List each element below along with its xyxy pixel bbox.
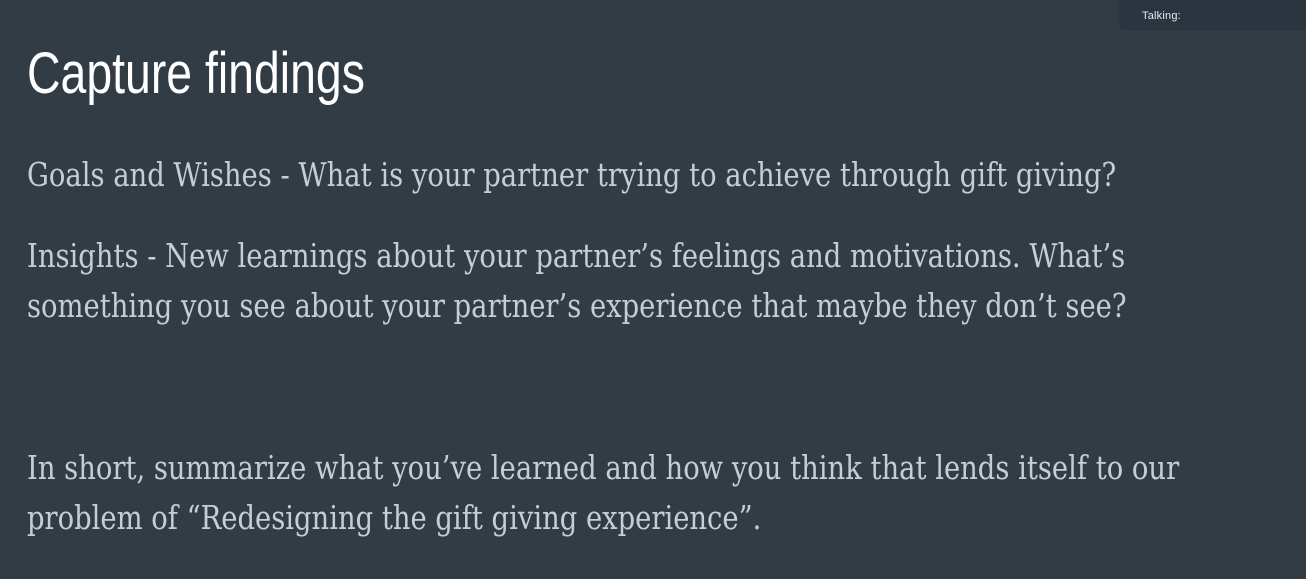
paragraph-line: problem of “Redesigning the gift giving … — [27, 498, 762, 537]
slide-title: Capture findings — [27, 41, 365, 106]
talking-indicator: Talking: — [1120, 0, 1306, 28]
insights-paragraph: Insights - New learnings about your part… — [27, 231, 1127, 331]
paragraph-line: Goals and Wishes - What is your partner … — [27, 155, 1117, 194]
paragraph-line: In short, summarize what you’ve learned … — [27, 448, 1180, 487]
paragraph-line: Insights - New learnings about your part… — [27, 236, 1126, 275]
summary-paragraph: In short, summarize what you’ve learned … — [27, 443, 1179, 543]
goals-and-wishes-paragraph: Goals and Wishes - What is your partner … — [27, 150, 1116, 200]
talking-label: Talking: — [1142, 10, 1181, 22]
presentation-slide: Talking: Capture findings Goals and Wish… — [0, 0, 1306, 579]
paragraph-line: something you see about your partner’s e… — [27, 286, 1127, 325]
